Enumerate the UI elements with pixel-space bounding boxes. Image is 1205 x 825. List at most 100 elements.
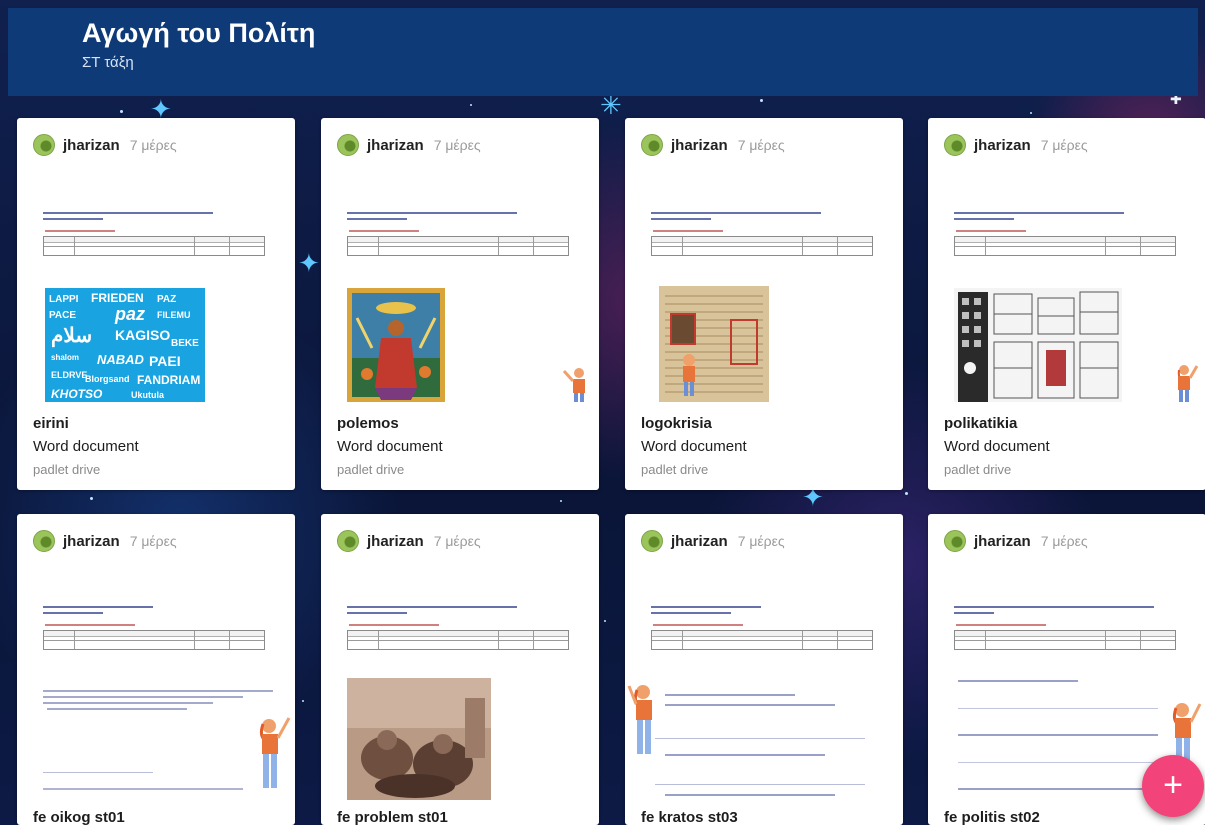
svg-text:ELDRVE: ELDRVE xyxy=(51,370,87,380)
post-age: 7 μέρες xyxy=(433,533,481,549)
post-author[interactable]: jharizan xyxy=(63,137,120,154)
attachment-source: padlet drive xyxy=(641,462,709,477)
post-author[interactable]: jharizan xyxy=(671,137,728,154)
censored-newspaper xyxy=(659,286,769,402)
svg-text:PAZ: PAZ xyxy=(157,294,176,305)
post-title[interactable]: fe kratos st03 xyxy=(641,809,738,825)
svg-text:PACE: PACE xyxy=(49,310,76,321)
post-header: jharizan 7 μέρες xyxy=(33,134,177,156)
add-post-button[interactable]: + xyxy=(1142,755,1204,817)
post-card[interactable]: jharizan 7 μέρες fe kratos st03 xyxy=(625,514,903,825)
attachment-preview[interactable] xyxy=(625,170,903,402)
star-decoration xyxy=(560,500,562,502)
post-author[interactable]: jharizan xyxy=(367,533,424,550)
post-header: jharizan 7 μέρες xyxy=(641,530,785,552)
svg-text:Blorgsand: Blorgsand xyxy=(85,374,130,384)
avatar[interactable] xyxy=(944,530,966,552)
svg-text:FILEMU: FILEMU xyxy=(157,310,191,320)
wall-header: Αγωγή του Πολίτη ΣΤ τάξη xyxy=(8,8,1198,96)
attachment-type: Word document xyxy=(641,438,747,455)
attachment-source: padlet drive xyxy=(33,462,101,477)
attachment-preview[interactable] xyxy=(321,170,599,402)
girl-drawing-decoration xyxy=(1168,360,1199,402)
svg-text:KHOTSO: KHOTSO xyxy=(51,387,103,401)
post-card[interactable]: jharizan 7 μέρες fe problem st01 xyxy=(321,514,599,825)
post-age: 7 μέρες xyxy=(737,533,785,549)
avatar[interactable] xyxy=(33,134,55,156)
post-age: 7 μέρες xyxy=(129,137,177,153)
star-decoration xyxy=(604,620,606,622)
post-title[interactable]: fe oikog st01 xyxy=(33,809,125,825)
wall-subtitle: ΣΤ τάξη xyxy=(82,54,134,71)
avatar[interactable] xyxy=(33,530,55,552)
post-header: jharizan 7 μέρες xyxy=(944,530,1088,552)
star-decoration xyxy=(470,104,472,106)
star-decoration xyxy=(760,99,763,102)
avatar[interactable] xyxy=(337,134,359,156)
girl-drawing-decoration xyxy=(627,678,661,758)
sepia-photo xyxy=(347,678,491,800)
post-header: jharizan 7 μέρες xyxy=(337,134,481,156)
post-card[interactable]: jharizan 7 μέρες xyxy=(625,118,903,490)
star-decoration xyxy=(120,110,123,113)
post-header: jharizan 7 μέρες xyxy=(33,530,177,552)
svg-text:Ukutula: Ukutula xyxy=(131,390,165,400)
plus-icon: + xyxy=(1163,766,1183,804)
post-header: jharizan 7 μέρες xyxy=(337,530,481,552)
star-decoration xyxy=(905,492,908,495)
girl-drawing-decoration xyxy=(561,365,591,402)
post-author[interactable]: jharizan xyxy=(63,533,120,550)
sparkle-decoration: ✦ xyxy=(298,248,320,278)
attachment-type: Word document xyxy=(944,438,1050,455)
post-age: 7 μέρες xyxy=(737,137,785,153)
svg-text:paz: paz xyxy=(114,304,145,324)
post-card[interactable]: jharizan 7 μέρες xyxy=(321,118,599,490)
svg-text:LAPPI: LAPPI xyxy=(49,294,79,305)
post-title[interactable]: polikatikia xyxy=(944,415,1017,432)
post-card[interactable]: jharizan 7 μέρες LAPPI FRIEDEN PAZ PACE … xyxy=(17,118,295,490)
apartment-buildings-sketch xyxy=(954,288,1122,402)
star-decoration xyxy=(90,497,93,500)
attachment-preview[interactable] xyxy=(17,566,295,800)
post-header: jharizan 7 μέρες xyxy=(944,134,1088,156)
svg-text:سلام: سلام xyxy=(51,325,92,348)
peace-words-collage: LAPPI FRIEDEN PAZ PACE paz FILEMU سلام K… xyxy=(45,288,205,402)
svg-text:FRIEDEN: FRIEDEN xyxy=(91,291,144,305)
post-author[interactable]: jharizan xyxy=(974,137,1031,154)
attachment-preview[interactable] xyxy=(928,170,1205,402)
svg-text:KAGISO: KAGISO xyxy=(115,327,170,343)
svg-text:PAEI: PAEI xyxy=(149,353,181,369)
attachment-preview[interactable] xyxy=(321,566,599,800)
post-title[interactable]: eirini xyxy=(33,415,69,432)
attachment-preview[interactable]: LAPPI FRIEDEN PAZ PACE paz FILEMU سلام K… xyxy=(17,170,295,402)
post-age: 7 μέρες xyxy=(433,137,481,153)
avatar[interactable] xyxy=(641,530,663,552)
war-illustration xyxy=(347,288,445,402)
wall-title: Αγωγή του Πολίτη xyxy=(82,18,316,48)
post-card[interactable]: jharizan 7 μέρες xyxy=(928,118,1205,490)
post-title[interactable]: fe problem st01 xyxy=(337,809,448,825)
post-author[interactable]: jharizan xyxy=(974,533,1031,550)
attachment-preview[interactable] xyxy=(625,566,903,800)
star-decoration xyxy=(1030,112,1032,114)
post-age: 7 μέρες xyxy=(1040,137,1088,153)
post-author[interactable]: jharizan xyxy=(671,533,728,550)
post-author[interactable]: jharizan xyxy=(367,137,424,154)
star-decoration xyxy=(302,700,304,702)
avatar[interactable] xyxy=(337,530,359,552)
attachment-source: padlet drive xyxy=(337,462,405,477)
post-card[interactable]: jharizan 7 μέρες fe oikog st01 xyxy=(17,514,295,825)
attachment-type: Word document xyxy=(337,438,443,455)
girl-drawing-decoration xyxy=(251,712,291,796)
post-title[interactable]: polemos xyxy=(337,415,399,432)
post-title[interactable]: logokrisia xyxy=(641,415,712,432)
avatar[interactable] xyxy=(641,134,663,156)
attachment-type: Word document xyxy=(33,438,139,455)
post-title[interactable]: fe politis st02 xyxy=(944,809,1040,825)
svg-text:shalom: shalom xyxy=(51,353,79,362)
attachment-source: padlet drive xyxy=(944,462,1012,477)
avatar[interactable] xyxy=(944,134,966,156)
svg-text:BEKE: BEKE xyxy=(171,338,199,349)
post-age: 7 μέρες xyxy=(129,533,177,549)
svg-text:NABAD: NABAD xyxy=(97,352,145,367)
